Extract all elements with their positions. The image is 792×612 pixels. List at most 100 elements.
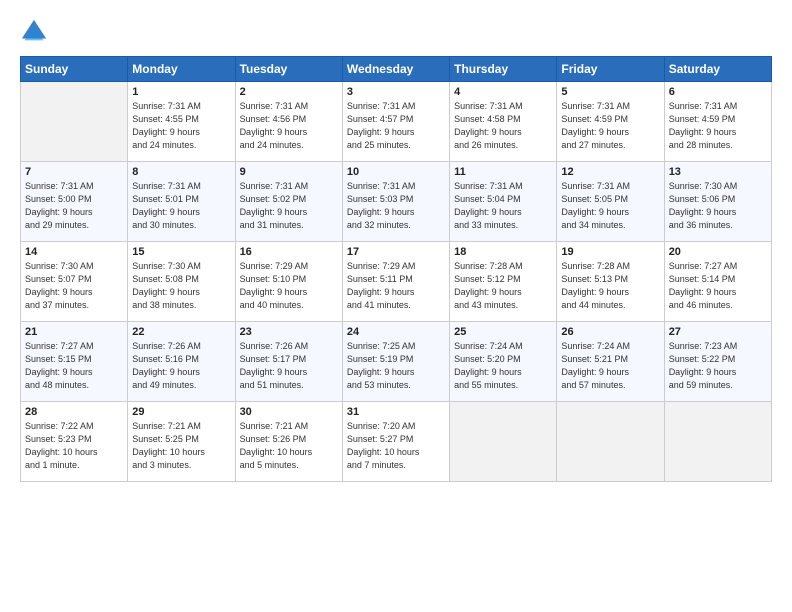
- day-number: 6: [669, 86, 767, 98]
- day-number: 20: [669, 246, 767, 258]
- day-number: 27: [669, 326, 767, 338]
- day-info: Sunrise: 7:22 AM Sunset: 5:23 PM Dayligh…: [25, 420, 123, 472]
- day-info: Sunrise: 7:20 AM Sunset: 5:27 PM Dayligh…: [347, 420, 445, 472]
- day-info: Sunrise: 7:28 AM Sunset: 5:13 PM Dayligh…: [561, 260, 659, 312]
- calendar-cell: 27 Sunrise: 7:23 AM Sunset: 5:22 PM Dayli…: [664, 322, 771, 402]
- weekday-header-friday: Friday: [557, 57, 664, 82]
- day-number: 3: [347, 86, 445, 98]
- calendar-cell: 11 Sunrise: 7:31 AM Sunset: 5:04 PM Dayli…: [450, 162, 557, 242]
- day-info: Sunrise: 7:21 AM Sunset: 5:26 PM Dayligh…: [240, 420, 338, 472]
- weekday-header-thursday: Thursday: [450, 57, 557, 82]
- calendar-cell: 29 Sunrise: 7:21 AM Sunset: 5:25 PM Dayli…: [128, 402, 235, 482]
- calendar-week-row: 14Sunrise: 7:30 AM Sunset: 5:07 PM Dayli…: [21, 242, 772, 322]
- day-number: 28: [25, 406, 123, 418]
- calendar-cell: 5 Sunrise: 7:31 AM Sunset: 4:59 PM Daylig…: [557, 82, 664, 162]
- day-info: Sunrise: 7:29 AM Sunset: 5:10 PM Dayligh…: [240, 260, 338, 312]
- day-info: Sunrise: 7:24 AM Sunset: 5:20 PM Dayligh…: [454, 340, 552, 392]
- calendar-cell: 20 Sunrise: 7:27 AM Sunset: 5:14 PM Dayli…: [664, 242, 771, 322]
- day-number: 4: [454, 86, 552, 98]
- day-number: 16: [240, 246, 338, 258]
- calendar-week-row: 7Sunrise: 7:31 AM Sunset: 5:00 PM Daylig…: [21, 162, 772, 242]
- page: SundayMondayTuesdayWednesdayThursdayFrid…: [0, 0, 792, 612]
- day-number: 13: [669, 166, 767, 178]
- day-info: Sunrise: 7:21 AM Sunset: 5:25 PM Dayligh…: [132, 420, 230, 472]
- day-info: Sunrise: 7:31 AM Sunset: 5:00 PM Dayligh…: [25, 180, 123, 232]
- day-number: 29: [132, 406, 230, 418]
- logo: [20, 18, 52, 46]
- day-number: 1: [132, 86, 230, 98]
- day-number: 15: [132, 246, 230, 258]
- calendar-cell: 21 Sunrise: 7:27 AM Sunset: 5:15 PM Dayli…: [21, 322, 128, 402]
- weekday-header-tuesday: Tuesday: [235, 57, 342, 82]
- day-info: Sunrise: 7:29 AM Sunset: 5:11 PM Dayligh…: [347, 260, 445, 312]
- day-info: Sunrise: 7:31 AM Sunset: 4:59 PM Dayligh…: [669, 100, 767, 152]
- header: [20, 18, 772, 46]
- day-number: 12: [561, 166, 659, 178]
- day-info: Sunrise: 7:31 AM Sunset: 5:01 PM Dayligh…: [132, 180, 230, 232]
- day-number: 23: [240, 326, 338, 338]
- day-info: Sunrise: 7:26 AM Sunset: 5:17 PM Dayligh…: [240, 340, 338, 392]
- day-number: 17: [347, 246, 445, 258]
- calendar-cell: 6 Sunrise: 7:31 AM Sunset: 4:59 PM Daylig…: [664, 82, 771, 162]
- weekday-header-saturday: Saturday: [664, 57, 771, 82]
- day-number: 22: [132, 326, 230, 338]
- calendar-cell: [21, 82, 128, 162]
- calendar-cell: 22 Sunrise: 7:26 AM Sunset: 5:16 PM Dayli…: [128, 322, 235, 402]
- day-info: Sunrise: 7:31 AM Sunset: 4:58 PM Dayligh…: [454, 100, 552, 152]
- calendar-cell: [450, 402, 557, 482]
- weekday-header-sunday: Sunday: [21, 57, 128, 82]
- day-info: Sunrise: 7:30 AM Sunset: 5:06 PM Dayligh…: [669, 180, 767, 232]
- day-info: Sunrise: 7:30 AM Sunset: 5:07 PM Dayligh…: [25, 260, 123, 312]
- day-info: Sunrise: 7:31 AM Sunset: 4:59 PM Dayligh…: [561, 100, 659, 152]
- day-info: Sunrise: 7:24 AM Sunset: 5:21 PM Dayligh…: [561, 340, 659, 392]
- day-info: Sunrise: 7:28 AM Sunset: 5:12 PM Dayligh…: [454, 260, 552, 312]
- day-number: 8: [132, 166, 230, 178]
- calendar-cell: [664, 402, 771, 482]
- calendar-cell: 24 Sunrise: 7:25 AM Sunset: 5:19 PM Dayli…: [342, 322, 449, 402]
- day-number: 11: [454, 166, 552, 178]
- calendar-cell: 14Sunrise: 7:30 AM Sunset: 5:07 PM Dayli…: [21, 242, 128, 322]
- day-info: Sunrise: 7:31 AM Sunset: 5:04 PM Dayligh…: [454, 180, 552, 232]
- calendar-cell: 28 Sunrise: 7:22 AM Sunset: 5:23 PM Dayli…: [21, 402, 128, 482]
- calendar-cell: 30 Sunrise: 7:21 AM Sunset: 5:26 PM Dayli…: [235, 402, 342, 482]
- calendar-cell: 1Sunrise: 7:31 AM Sunset: 4:55 PM Daylig…: [128, 82, 235, 162]
- calendar-week-row: 1Sunrise: 7:31 AM Sunset: 4:55 PM Daylig…: [21, 82, 772, 162]
- calendar-cell: 31Sunrise: 7:20 AM Sunset: 5:27 PM Dayli…: [342, 402, 449, 482]
- calendar-cell: 18 Sunrise: 7:28 AM Sunset: 5:12 PM Dayli…: [450, 242, 557, 322]
- calendar-table: SundayMondayTuesdayWednesdayThursdayFrid…: [20, 56, 772, 482]
- calendar-cell: 4 Sunrise: 7:31 AM Sunset: 4:58 PM Daylig…: [450, 82, 557, 162]
- day-number: 5: [561, 86, 659, 98]
- day-number: 21: [25, 326, 123, 338]
- calendar-cell: 16 Sunrise: 7:29 AM Sunset: 5:10 PM Dayli…: [235, 242, 342, 322]
- day-number: 9: [240, 166, 338, 178]
- day-info: Sunrise: 7:31 AM Sunset: 5:03 PM Dayligh…: [347, 180, 445, 232]
- calendar-week-row: 28 Sunrise: 7:22 AM Sunset: 5:23 PM Dayli…: [21, 402, 772, 482]
- day-number: 2: [240, 86, 338, 98]
- day-info: Sunrise: 7:31 AM Sunset: 4:56 PM Dayligh…: [240, 100, 338, 152]
- day-info: Sunrise: 7:26 AM Sunset: 5:16 PM Dayligh…: [132, 340, 230, 392]
- logo-icon: [20, 18, 48, 46]
- calendar-week-row: 21 Sunrise: 7:27 AM Sunset: 5:15 PM Dayli…: [21, 322, 772, 402]
- calendar-cell: 19 Sunrise: 7:28 AM Sunset: 5:13 PM Dayli…: [557, 242, 664, 322]
- calendar-cell: 7Sunrise: 7:31 AM Sunset: 5:00 PM Daylig…: [21, 162, 128, 242]
- day-number: 19: [561, 246, 659, 258]
- weekday-header-wednesday: Wednesday: [342, 57, 449, 82]
- calendar-cell: 8 Sunrise: 7:31 AM Sunset: 5:01 PM Daylig…: [128, 162, 235, 242]
- day-info: Sunrise: 7:31 AM Sunset: 5:02 PM Dayligh…: [240, 180, 338, 232]
- calendar-cell: 10Sunrise: 7:31 AM Sunset: 5:03 PM Dayli…: [342, 162, 449, 242]
- calendar-cell: 26Sunrise: 7:24 AM Sunset: 5:21 PM Dayli…: [557, 322, 664, 402]
- calendar-cell: 17 Sunrise: 7:29 AM Sunset: 5:11 PM Dayli…: [342, 242, 449, 322]
- calendar-cell: 23 Sunrise: 7:26 AM Sunset: 5:17 PM Dayli…: [235, 322, 342, 402]
- day-number: 18: [454, 246, 552, 258]
- day-info: Sunrise: 7:23 AM Sunset: 5:22 PM Dayligh…: [669, 340, 767, 392]
- day-number: 30: [240, 406, 338, 418]
- calendar-cell: [557, 402, 664, 482]
- calendar-cell: 9 Sunrise: 7:31 AM Sunset: 5:02 PM Daylig…: [235, 162, 342, 242]
- calendar-cell: 3Sunrise: 7:31 AM Sunset: 4:57 PM Daylig…: [342, 82, 449, 162]
- day-number: 24: [347, 326, 445, 338]
- day-info: Sunrise: 7:27 AM Sunset: 5:15 PM Dayligh…: [25, 340, 123, 392]
- day-info: Sunrise: 7:27 AM Sunset: 5:14 PM Dayligh…: [669, 260, 767, 312]
- calendar-cell: 12Sunrise: 7:31 AM Sunset: 5:05 PM Dayli…: [557, 162, 664, 242]
- day-info: Sunrise: 7:25 AM Sunset: 5:19 PM Dayligh…: [347, 340, 445, 392]
- day-info: Sunrise: 7:30 AM Sunset: 5:08 PM Dayligh…: [132, 260, 230, 312]
